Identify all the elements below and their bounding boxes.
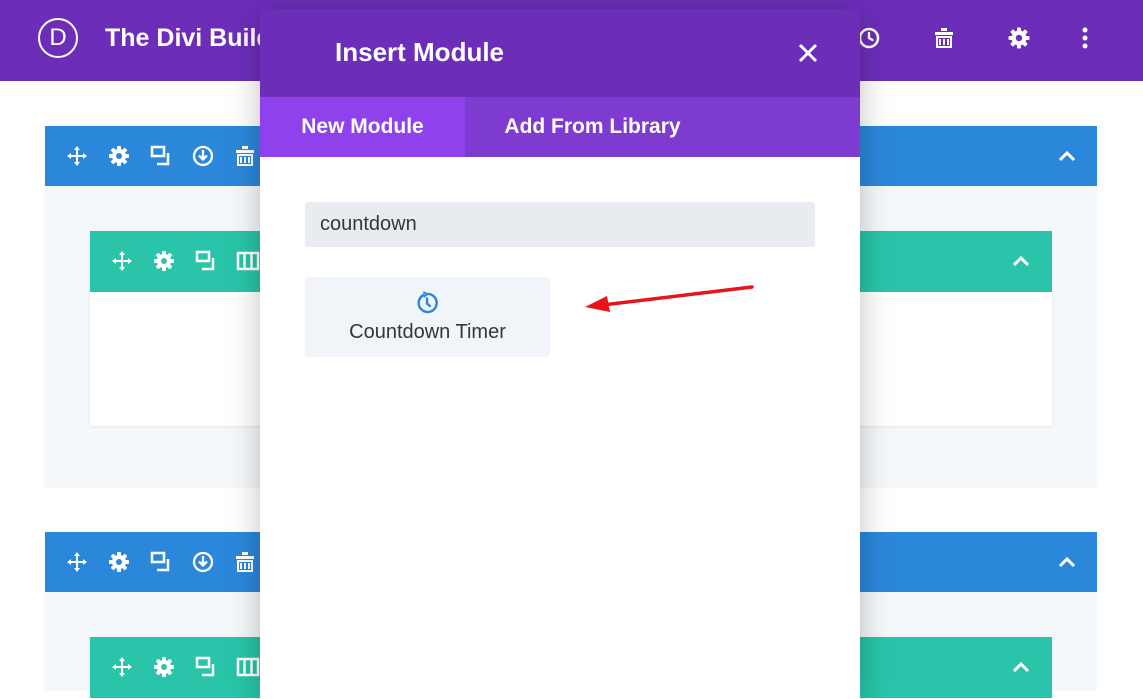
history-icon[interactable] (857, 25, 881, 51)
tab-add-from-library[interactable]: Add From Library (465, 97, 720, 157)
duplicate-icon[interactable] (194, 655, 218, 679)
more-options-icon[interactable] (1073, 25, 1097, 51)
insert-module-modal: Insert Module New Module Add From Librar… (260, 9, 860, 699)
chevron-up-icon[interactable] (1055, 144, 1079, 168)
move-icon[interactable] (65, 550, 89, 574)
duplicate-icon[interactable] (149, 550, 173, 574)
trash-icon[interactable] (932, 25, 956, 51)
divi-logo: D (38, 18, 78, 58)
chevron-up-icon[interactable] (1055, 550, 1079, 574)
trash-icon[interactable] (233, 144, 257, 168)
module-countdown-timer[interactable]: Countdown Timer (305, 277, 550, 357)
modal-tabs: New Module Add From Library (260, 97, 860, 157)
columns-icon[interactable] (236, 655, 260, 679)
close-icon[interactable] (796, 41, 820, 65)
chevron-up-icon[interactable] (1009, 249, 1033, 273)
chevron-up-icon[interactable] (1009, 655, 1033, 679)
gear-icon[interactable] (107, 144, 131, 168)
clock-icon (417, 291, 438, 314)
gear-icon[interactable] (107, 550, 131, 574)
save-icon[interactable] (191, 144, 215, 168)
gear-icon[interactable] (152, 655, 176, 679)
modal-header: Insert Module (260, 9, 860, 97)
annotation-arrow-icon (585, 285, 754, 312)
gear-icon[interactable] (152, 249, 176, 273)
modal-title: Insert Module (335, 37, 505, 67)
columns-icon[interactable] (236, 249, 260, 273)
save-icon[interactable] (191, 550, 215, 574)
duplicate-icon[interactable] (194, 249, 218, 273)
trash-icon[interactable] (233, 550, 257, 574)
settings-gear-icon[interactable] (1007, 25, 1031, 51)
module-label: Countdown Timer (349, 321, 506, 343)
move-icon[interactable] (110, 249, 134, 273)
duplicate-icon[interactable] (149, 144, 173, 168)
module-search-input[interactable] (305, 202, 815, 247)
move-icon[interactable] (110, 655, 134, 679)
move-icon[interactable] (65, 144, 89, 168)
tab-new-module[interactable]: New Module (260, 97, 465, 157)
